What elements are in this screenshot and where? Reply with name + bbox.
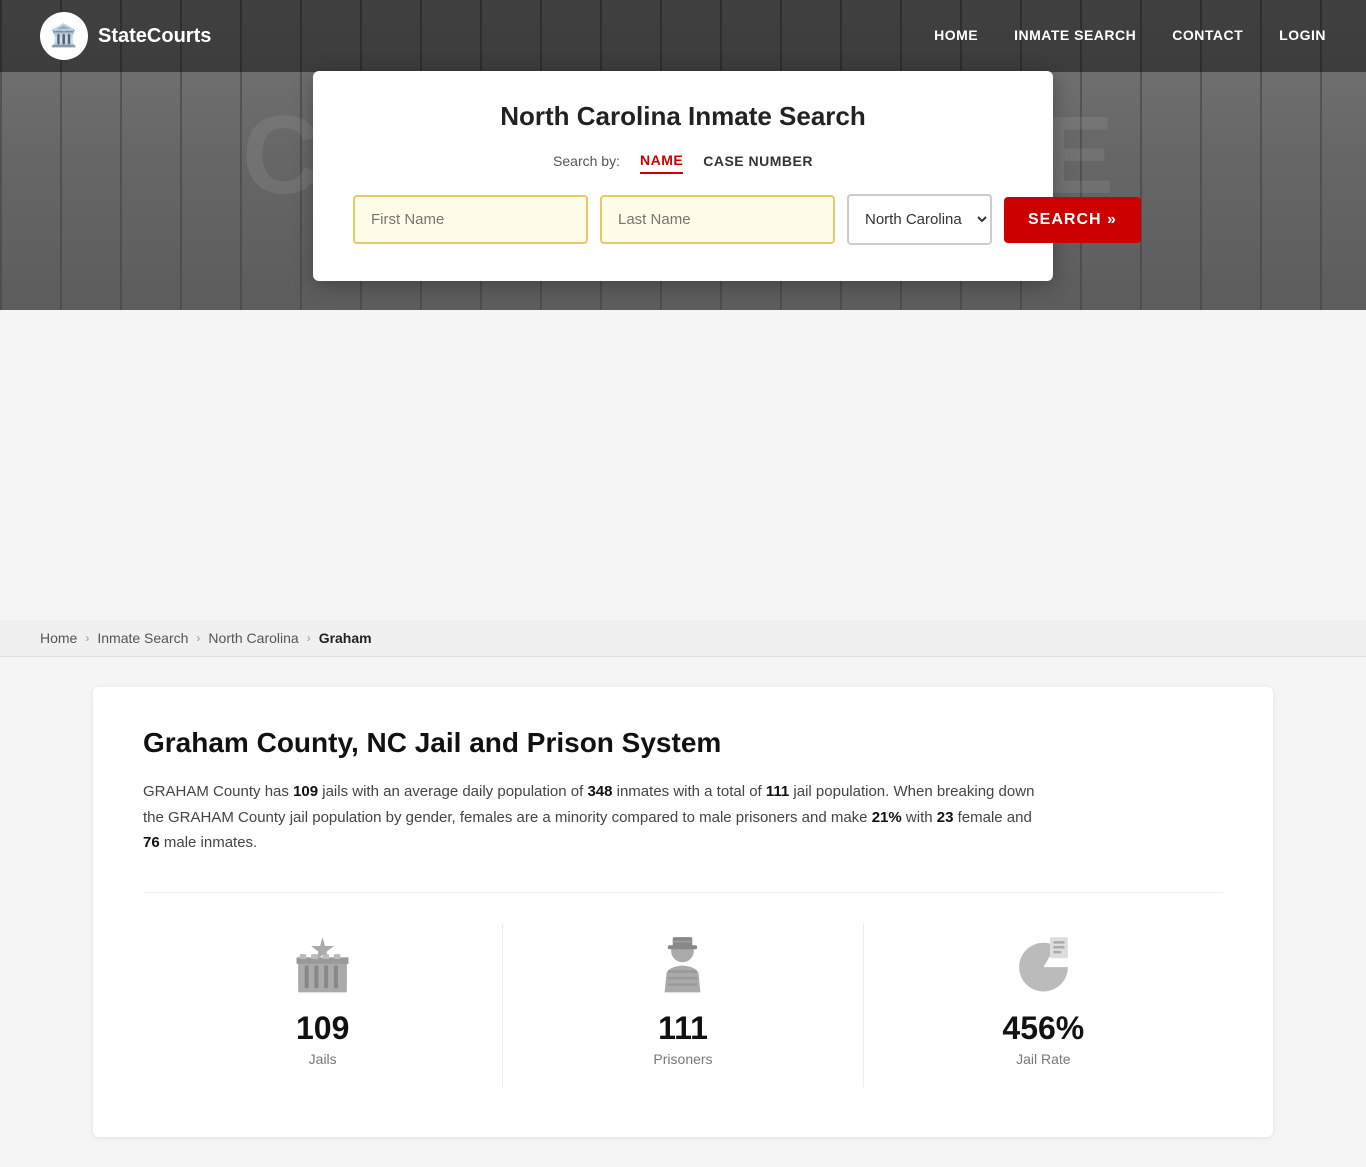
desc-male: 76 — [143, 834, 160, 851]
county-description: GRAHAM County has 109 jails with an aver… — [143, 779, 1043, 856]
jail-icon — [290, 933, 355, 998]
stat-jail-rate-label: Jail Rate — [1016, 1051, 1070, 1067]
desc-pct: 21% — [872, 809, 902, 826]
tab-case-number[interactable]: CASE NUMBER — [703, 149, 813, 173]
tab-name[interactable]: NAME — [640, 148, 683, 174]
desc-p2-end: male inmates. — [160, 834, 258, 851]
prisoner-icon — [650, 933, 715, 998]
state-select[interactable]: North Carolina Alabama Alaska Arizona Ar… — [847, 194, 992, 245]
stat-jails-label: Jails — [309, 1051, 337, 1067]
breadcrumb-north-carolina[interactable]: North Carolina — [208, 630, 298, 646]
county-title: Graham County, NC Jail and Prison System — [143, 727, 1223, 759]
desc-p1-post: inmates with a total of — [612, 783, 765, 800]
search-button[interactable]: SEARCH » — [1004, 197, 1141, 243]
stat-jails: 109 Jails — [143, 923, 503, 1087]
desc-female: 23 — [937, 809, 954, 826]
desc-jails: 109 — [293, 783, 318, 800]
breadcrumb-home[interactable]: Home — [40, 630, 77, 646]
nav-inmate-search[interactable]: INMATE SEARCH — [1014, 27, 1136, 43]
breadcrumb-sep-2: › — [196, 631, 200, 645]
hero-section: COURTHOUSE 🏛️ StateCourts HOME INMATE SE… — [0, 0, 1366, 310]
stat-prisoners: 111 Prisoners — [503, 923, 863, 1087]
pie-chart-icon — [1011, 933, 1076, 998]
last-name-input[interactable] — [600, 195, 835, 244]
desc-p2-post: female and — [953, 809, 1031, 826]
stat-prisoners-number: 111 — [658, 1010, 708, 1047]
logo-link[interactable]: 🏛️ StateCourts — [40, 12, 211, 60]
logo-icon: 🏛️ — [40, 12, 88, 60]
stat-jail-rate-number: 456% — [1002, 1010, 1084, 1047]
nav-links: HOME INMATE SEARCH CONTACT LOGIN — [934, 27, 1326, 45]
search-inputs-row: North Carolina Alabama Alaska Arizona Ar… — [353, 194, 1013, 245]
nav-home[interactable]: HOME — [934, 27, 978, 43]
desc-p1-pre: GRAHAM County has — [143, 783, 293, 800]
nav-contact[interactable]: CONTACT — [1172, 27, 1243, 43]
desc-total: 111 — [766, 783, 789, 800]
main-content: Graham County, NC Jail and Prison System… — [93, 687, 1273, 1137]
search-by-row: Search by: NAME CASE NUMBER — [353, 148, 1013, 174]
breadcrumb-sep-1: › — [85, 631, 89, 645]
first-name-input[interactable] — [353, 195, 588, 244]
search-card: North Carolina Inmate Search Search by: … — [313, 71, 1053, 281]
breadcrumb-inmate-search[interactable]: Inmate Search — [97, 630, 188, 646]
stat-jails-number: 109 — [296, 1010, 349, 1047]
stat-prisoners-label: Prisoners — [653, 1051, 712, 1067]
breadcrumb: Home › Inmate Search › North Carolina › … — [0, 620, 1366, 657]
breadcrumb-current: Graham — [319, 630, 372, 646]
search-card-title: North Carolina Inmate Search — [353, 101, 1013, 132]
logo-text: StateCourts — [98, 25, 211, 48]
nav-login[interactable]: LOGIN — [1279, 27, 1326, 43]
breadcrumb-sep-3: › — [307, 631, 311, 645]
desc-p1-mid: jails with an average daily population o… — [318, 783, 587, 800]
desc-avg-pop: 348 — [587, 783, 612, 800]
stat-jail-rate: 456% Jail Rate — [864, 923, 1223, 1087]
stats-row: 109 Jails 111 Prisoners — [143, 892, 1223, 1087]
search-by-label: Search by: — [553, 153, 620, 169]
navigation: 🏛️ StateCourts HOME INMATE SEARCH CONTAC… — [0, 0, 1366, 72]
desc-p2-mid: with — [902, 809, 937, 826]
